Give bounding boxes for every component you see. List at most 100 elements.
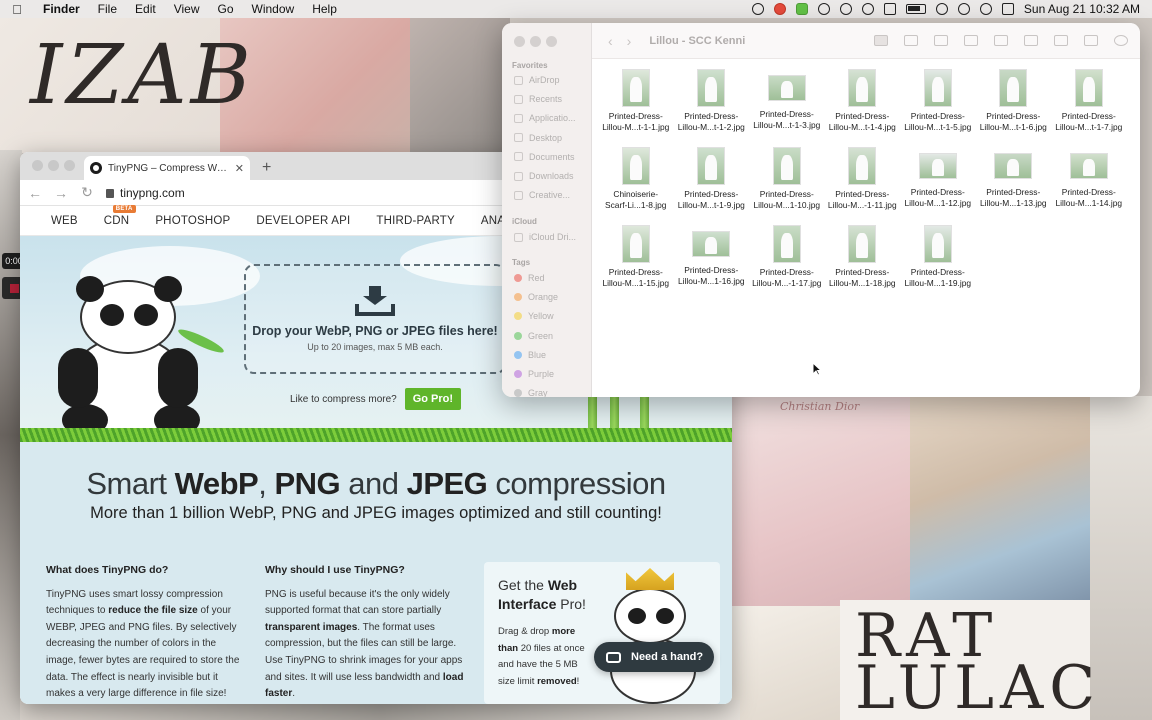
app-status-icon[interactable] bbox=[795, 3, 808, 15]
menu-edit[interactable]: Edit bbox=[126, 2, 165, 16]
menubar-clock[interactable]: Sun Aug 21 10:32 AM bbox=[1024, 2, 1140, 16]
forward-icon[interactable]: › bbox=[627, 33, 632, 49]
file-name-line2: Lillou-M...-1-17.jpg bbox=[752, 278, 822, 288]
file-item[interactable]: Printed-Dress- Lillou-M...t-1-1.jpg bbox=[598, 67, 674, 135]
file-item[interactable]: Printed-Dress- Lillou-M...1-12.jpg bbox=[900, 145, 976, 213]
menu-view[interactable]: View bbox=[165, 2, 209, 16]
file-item[interactable]: Printed-Dress- Lillou-M...-1-17.jpg bbox=[749, 223, 825, 291]
file-item[interactable]: Printed-Dress- Lillou-M...1-15.jpg bbox=[598, 223, 674, 291]
browser-tab[interactable]: TinyPNG – Compress WebP, PNG ✕ bbox=[84, 156, 250, 180]
sidebar-item-favorite[interactable]: Applicatio... bbox=[514, 113, 576, 123]
play-icon[interactable] bbox=[861, 3, 874, 15]
back-icon[interactable]: ← bbox=[28, 185, 42, 201]
battery-icon[interactable] bbox=[905, 4, 926, 14]
file-name-line2: Lillou-M...t-1-6.jpg bbox=[979, 122, 1047, 132]
gallery-view-icon[interactable] bbox=[964, 35, 978, 46]
sidebar-item-icloud-drive[interactable]: iCloud Dri... bbox=[514, 232, 576, 242]
search-icon[interactable] bbox=[1114, 35, 1128, 46]
chat-bubble-icon bbox=[606, 651, 621, 663]
more-actions-icon[interactable] bbox=[1084, 35, 1098, 46]
tag-color-dot-icon bbox=[514, 389, 522, 397]
file-item[interactable]: Printed-Dress- Lillou-M...t-1-3.jpg bbox=[749, 67, 825, 135]
nav-developer-api[interactable]: DEVELOPER API bbox=[243, 215, 363, 227]
zoom-window-button[interactable] bbox=[546, 36, 557, 47]
menu-window[interactable]: Window bbox=[243, 2, 304, 16]
file-item[interactable]: Printed-Dress- Lillou-M...1-16.jpg bbox=[674, 223, 750, 291]
file-name-line2: Lillou-M...1-16.jpg bbox=[677, 276, 745, 286]
sidebar-tag[interactable]: Gray bbox=[514, 388, 548, 397]
sidebar-item-favorite[interactable]: Documents bbox=[514, 152, 575, 162]
gear-icon[interactable] bbox=[751, 3, 764, 15]
file-item[interactable]: Chinoiserie- Scarf-Li...1-8.jpg bbox=[598, 145, 674, 213]
sidebar-item-favorite[interactable]: Recents bbox=[514, 94, 562, 104]
sidebar-item-favorite[interactable]: Creative... bbox=[514, 190, 570, 200]
record-icon[interactable] bbox=[773, 3, 786, 15]
image-thumbnail bbox=[918, 153, 957, 179]
sidebar-item-favorite[interactable]: AirDrop bbox=[514, 75, 560, 85]
new-tab-icon[interactable]: + bbox=[262, 159, 271, 177]
file-item[interactable]: Printed-Dress- Lillou-M...t-1-2.jpg bbox=[674, 67, 750, 135]
user-icon[interactable] bbox=[957, 3, 970, 15]
sidebar-tag[interactable]: Yellow bbox=[514, 311, 554, 321]
need-a-hand-chat-button[interactable]: Need a hand? bbox=[594, 642, 714, 672]
go-pro-button[interactable]: Go Pro! bbox=[404, 388, 462, 410]
menu-file[interactable]: File bbox=[89, 2, 126, 16]
wifi-icon[interactable] bbox=[935, 3, 948, 15]
reload-icon[interactable]: ↻ bbox=[80, 184, 94, 201]
menu-go[interactable]: Go bbox=[209, 2, 243, 16]
wallpaper-text: IZAB bbox=[30, 28, 255, 123]
share-icon[interactable] bbox=[1024, 35, 1038, 46]
circle-status-icon[interactable] bbox=[817, 3, 830, 15]
menu-app-name[interactable]: Finder bbox=[34, 2, 89, 16]
menu-help[interactable]: Help bbox=[303, 2, 346, 16]
tag-icon[interactable] bbox=[1054, 35, 1068, 46]
file-item[interactable]: Printed-Dress- Lillou-M...1-14.jpg bbox=[1051, 145, 1127, 213]
sidebar-tag[interactable]: Orange bbox=[514, 292, 558, 302]
apple-menu-icon[interactable]:  bbox=[0, 2, 34, 17]
back-icon[interactable]: ‹ bbox=[608, 33, 613, 49]
wallpaper-tile bbox=[730, 396, 910, 606]
minimize-window-button[interactable] bbox=[530, 36, 541, 47]
close-tab-icon[interactable]: ✕ bbox=[235, 162, 244, 175]
file-item[interactable]: Printed-Dress- Lillou-M...t-1-5.jpg bbox=[900, 67, 976, 135]
file-item[interactable]: Printed-Dress- Lillou-M...1-19.jpg bbox=[900, 223, 976, 291]
sidebar-tag-label: Purple bbox=[528, 369, 555, 379]
zoom-window-button[interactable] bbox=[64, 160, 75, 171]
sidebar-tag[interactable]: Green bbox=[514, 331, 553, 341]
nav-third-party[interactable]: THIRD-PARTY bbox=[363, 215, 467, 227]
file-item[interactable]: Printed-Dress- Lillou-M...1-10.jpg bbox=[749, 145, 825, 213]
nav-photoshop[interactable]: PHOTOSHOP bbox=[142, 215, 243, 227]
file-drop-zone[interactable]: Drop your WebP, PNG or JPEG files here! … bbox=[244, 264, 506, 374]
bluetooth-icon[interactable] bbox=[883, 3, 896, 15]
list-view-icon[interactable] bbox=[904, 35, 918, 46]
minimize-window-button[interactable] bbox=[48, 160, 59, 171]
file-item[interactable]: Printed-Dress- Lillou-M...-1-11.jpg bbox=[825, 145, 901, 213]
group-by-icon[interactable] bbox=[994, 35, 1008, 46]
file-item[interactable]: Printed-Dress- Lillou-M...1-13.jpg bbox=[976, 145, 1052, 213]
file-item[interactable]: Printed-Dress- Lillou-M...t-1-7.jpg bbox=[1051, 67, 1127, 135]
close-window-button[interactable] bbox=[32, 160, 43, 171]
sidebar-tag[interactable]: Red bbox=[514, 273, 545, 283]
file-item[interactable]: Printed-Dress- Lillou-M...1-18.jpg bbox=[825, 223, 901, 291]
column-view-icon[interactable] bbox=[934, 35, 948, 46]
pro-upgrade-card[interactable]: Get the Web Interface Pro! Drag & drop m… bbox=[484, 562, 720, 704]
sidebar-tag[interactable]: Purple bbox=[514, 369, 554, 379]
sidebar-tag-label: Gray bbox=[528, 388, 548, 397]
sidebar-tag[interactable]: Blue bbox=[514, 350, 546, 360]
file-item[interactable]: Printed-Dress- Lillou-M...t-1-6.jpg bbox=[976, 67, 1052, 135]
file-name-line1: Printed-Dress- bbox=[759, 189, 814, 199]
nav-cdn[interactable]: CDN BETA bbox=[91, 204, 143, 227]
forward-icon[interactable]: → bbox=[54, 185, 68, 201]
sidebar-item-favorite[interactable]: Downloads bbox=[514, 171, 574, 181]
clock-status-icon[interactable] bbox=[839, 3, 852, 15]
drop-zone-title: Drop your WebP, PNG or JPEG files here! bbox=[252, 324, 498, 338]
file-item[interactable]: Printed-Dress- Lillou-M...t-1-4.jpg bbox=[825, 67, 901, 135]
sidebar-item-favorite[interactable]: Desktop bbox=[514, 133, 562, 143]
file-item[interactable]: Printed-Dress- Lillou-M...t-1-9.jpg bbox=[674, 145, 750, 213]
icon-view-icon[interactable] bbox=[874, 35, 888, 46]
close-window-button[interactable] bbox=[514, 36, 525, 47]
image-thumbnail bbox=[848, 69, 877, 107]
search-icon[interactable] bbox=[979, 3, 992, 15]
control-center-icon[interactable] bbox=[1001, 3, 1014, 15]
nav-web[interactable]: WEB bbox=[38, 215, 91, 227]
